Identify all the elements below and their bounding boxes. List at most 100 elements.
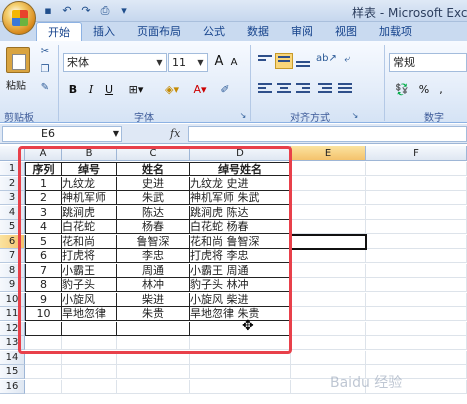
align-center-icon[interactable] <box>275 81 293 97</box>
indent-icon[interactable] <box>316 81 334 97</box>
table-cell[interactable] <box>25 365 62 379</box>
ribbon-tab[interactable]: 插入 <box>82 22 126 42</box>
table-cell[interactable]: 九纹龙 史进 <box>190 176 291 191</box>
comma-icon[interactable]: , <box>434 81 448 99</box>
table-cell[interactable]: 旱地忽律 <box>62 307 117 321</box>
phonetic-icon[interactable]: ✐ <box>218 81 232 99</box>
paste-button[interactable] <box>6 47 30 73</box>
table-cell[interactable] <box>190 379 291 394</box>
cut-icon[interactable]: ✂ <box>38 45 52 59</box>
ribbon-tab[interactable]: 审阅 <box>280 22 324 42</box>
wrap-text-icon[interactable]: ⤶ <box>340 53 354 67</box>
table-cell[interactable] <box>366 292 467 307</box>
table-cell[interactable]: 朱武 <box>117 191 190 205</box>
table-cell[interactable]: 花和尚 <box>62 234 117 249</box>
table-cell[interactable] <box>291 336 366 350</box>
table-cell[interactable]: 8 <box>25 278 62 292</box>
table-cell[interactable] <box>117 350 190 365</box>
table-cell[interactable]: 打虎将 李忠 <box>190 249 291 263</box>
office-button[interactable] <box>2 1 36 35</box>
table-cell[interactable] <box>62 365 117 379</box>
table-cell[interactable] <box>62 379 117 394</box>
table-cell[interactable] <box>25 321 62 336</box>
table-cell[interactable]: 神机军师 朱武 <box>190 191 291 205</box>
ribbon-tab[interactable]: 开始 <box>36 22 82 42</box>
table-cell[interactable] <box>190 321 291 336</box>
row-header[interactable]: 3 <box>0 191 25 205</box>
redo-icon[interactable]: ↷ <box>78 3 94 19</box>
table-cell[interactable] <box>366 162 467 176</box>
ribbon-tab[interactable]: 页面布局 <box>126 22 192 42</box>
table-cell[interactable] <box>366 350 467 365</box>
table-cell[interactable]: 小旋风 柴进 <box>190 292 291 307</box>
table-cell[interactable]: 5 <box>25 234 62 249</box>
table-cell[interactable] <box>366 205 467 220</box>
table-cell[interactable]: 林冲 <box>117 278 190 292</box>
table-cell[interactable] <box>366 336 467 350</box>
table-cell[interactable]: 白花蛇 <box>62 220 117 234</box>
number-format-combo[interactable]: 常规 <box>389 53 467 72</box>
table-cell[interactable]: 周通 <box>117 263 190 278</box>
table-cell[interactable]: 跳涧虎 陈达 <box>190 205 291 220</box>
table-cell[interactable] <box>62 321 117 336</box>
table-cell[interactable]: 1 <box>25 176 62 191</box>
row-header[interactable]: 5 <box>0 220 25 234</box>
table-cell[interactable]: 跳涧虎 <box>62 205 117 220</box>
table-cell[interactable]: 小霸王 周通 <box>190 263 291 278</box>
table-header-cell[interactable]: 序列 <box>25 162 62 176</box>
qat-dropdown-icon[interactable]: ▾ <box>116 3 132 19</box>
table-cell[interactable]: 打虎将 <box>62 249 117 263</box>
row-header[interactable]: 1 <box>0 162 25 176</box>
bold-button[interactable]: B <box>65 81 81 99</box>
save-icon[interactable]: ▪ <box>40 3 56 19</box>
column-header[interactable]: C <box>117 146 190 161</box>
font-name-combo[interactable]: 宋体 ▼ <box>63 53 167 72</box>
table-cell[interactable]: 九纹龙 <box>62 176 117 191</box>
table-cell[interactable] <box>291 176 366 191</box>
table-cell[interactable] <box>291 205 366 220</box>
table-cell[interactable] <box>25 336 62 350</box>
row-header[interactable]: 10 <box>0 292 25 307</box>
row-header[interactable]: 2 <box>0 176 25 191</box>
table-cell[interactable]: 10 <box>25 307 62 321</box>
row-header[interactable]: 11 <box>0 307 25 321</box>
table-cell[interactable]: 杨春 <box>117 220 190 234</box>
table-header-cell[interactable]: 绰号姓名 <box>190 162 291 176</box>
align-left-icon[interactable] <box>256 81 274 97</box>
table-cell[interactable] <box>291 307 366 321</box>
column-header[interactable]: A <box>25 146 62 161</box>
table-cell[interactable]: 7 <box>25 263 62 278</box>
fill-color-icon[interactable]: ◈▾ <box>160 81 184 99</box>
column-header[interactable]: E <box>291 146 366 161</box>
table-cell[interactable] <box>366 249 467 263</box>
table-cell[interactable] <box>291 350 366 365</box>
table-cell[interactable] <box>366 220 467 234</box>
table-cell[interactable]: 豹子头 林冲 <box>190 278 291 292</box>
column-header[interactable]: B <box>62 146 117 161</box>
table-cell[interactable]: 小旋风 <box>62 292 117 307</box>
row-header[interactable]: 12 <box>0 321 25 336</box>
table-cell[interactable]: 朱贵 <box>117 307 190 321</box>
table-cell[interactable]: 豹子头 <box>62 278 117 292</box>
table-cell[interactable] <box>25 379 62 394</box>
table-cell[interactable]: 柴进 <box>117 292 190 307</box>
row-header[interactable]: 16 <box>0 379 25 394</box>
table-cell[interactable] <box>190 336 291 350</box>
fx-icon[interactable]: fx <box>170 127 180 140</box>
table-cell[interactable]: 陈达 <box>117 205 190 220</box>
table-cell[interactable] <box>117 336 190 350</box>
table-cell[interactable] <box>366 191 467 205</box>
row-header[interactable]: 6 <box>0 234 25 249</box>
table-cell[interactable] <box>291 278 366 292</box>
ribbon-tab[interactable]: 数据 <box>236 22 280 42</box>
table-cell[interactable]: 2 <box>25 191 62 205</box>
dialog-launcher-icon[interactable]: ↘ <box>348 109 362 123</box>
table-cell[interactable] <box>25 350 62 365</box>
undo-icon[interactable]: ↶ <box>59 3 75 19</box>
font-size-combo[interactable]: 11 ▼ <box>168 53 208 72</box>
orientation-icon[interactable]: ab↗ <box>316 53 337 69</box>
underline-button[interactable]: U <box>101 81 117 99</box>
table-cell[interactable] <box>117 379 190 394</box>
table-cell[interactable] <box>291 292 366 307</box>
column-header[interactable]: F <box>366 146 467 161</box>
